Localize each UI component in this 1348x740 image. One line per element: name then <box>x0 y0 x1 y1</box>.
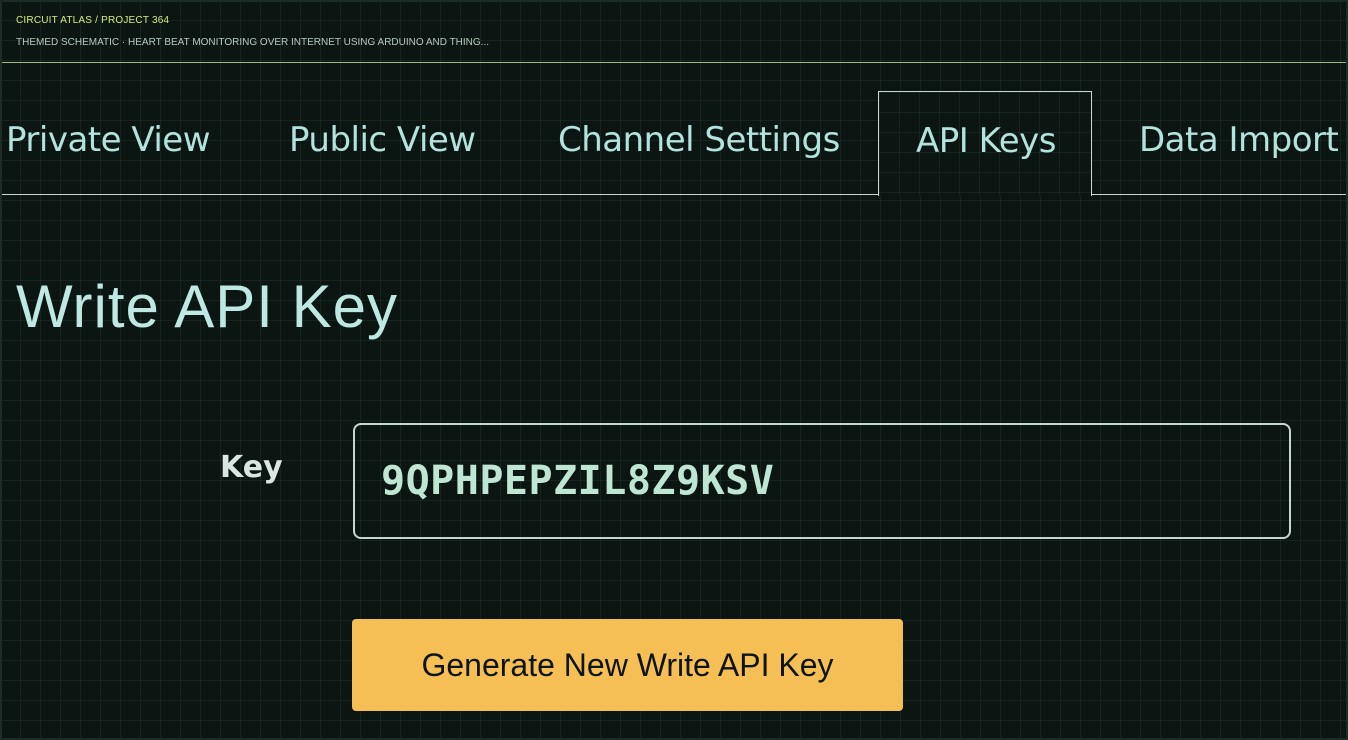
tab-data-import[interactable]: Data Import / <box>1139 120 1348 160</box>
key-label: Key <box>220 450 283 485</box>
tab-channel-settings[interactable]: Channel Settings <box>558 120 840 160</box>
tab-bar: Private View Public View Channel Setting… <box>2 90 1348 196</box>
tab-divider-right <box>1091 194 1346 195</box>
tab-private-view[interactable]: Private View <box>6 120 211 160</box>
breadcrumb[interactable]: CIRCUIT ATLAS / PROJECT 364 <box>16 15 169 26</box>
section-title: Write API Key <box>16 273 399 340</box>
page-subtitle: THEMED SCHEMATIC · HEART BEAT MONITORING… <box>16 37 490 48</box>
tab-api-keys[interactable]: API Keys <box>878 91 1092 196</box>
tab-api-keys-label: API Keys <box>916 121 1056 161</box>
api-key-input[interactable] <box>353 423 1291 539</box>
tab-public-view[interactable]: Public View <box>289 120 476 160</box>
tab-divider-left <box>2 194 878 195</box>
top-header: CIRCUIT ATLAS / PROJECT 364 THEMED SCHEM… <box>2 2 1346 63</box>
generate-new-write-key-button[interactable]: Generate New Write API Key <box>352 619 903 711</box>
